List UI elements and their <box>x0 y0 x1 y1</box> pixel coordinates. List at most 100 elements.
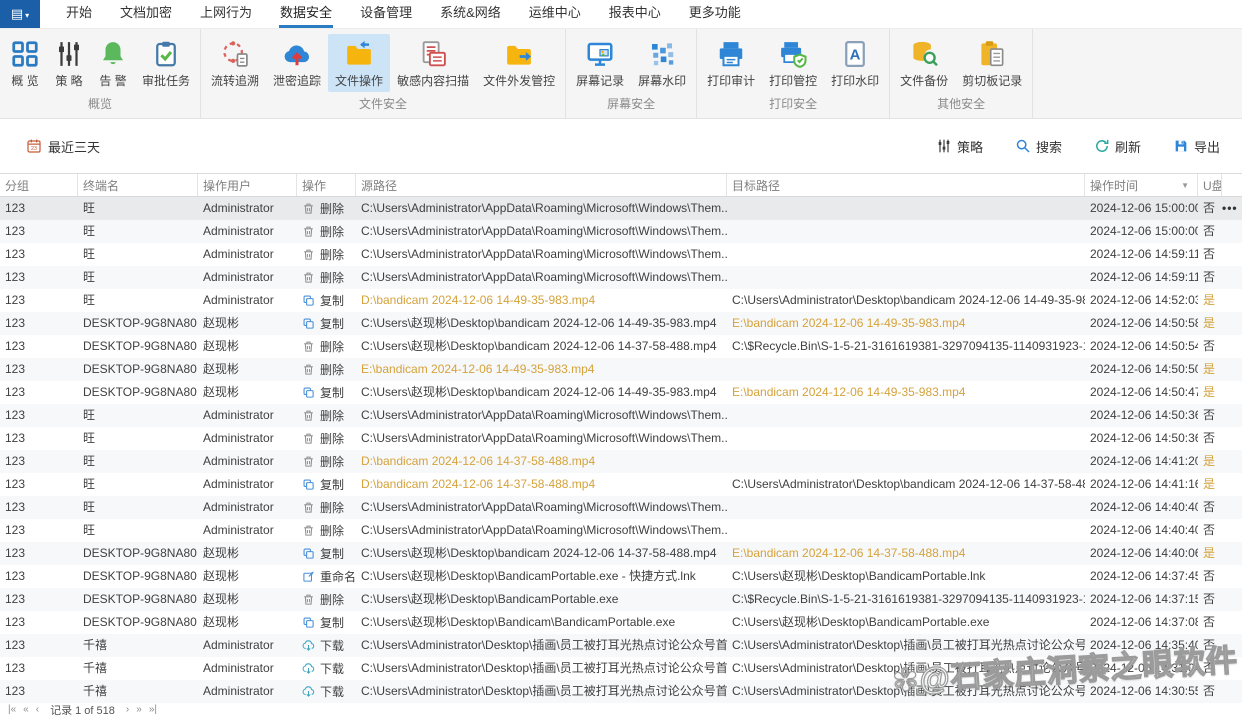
table-row[interactable]: 123 千禧 Administrator 下载 C:\Users\Administrat… <box>0 634 1242 657</box>
tool-button[interactable]: 泄密追踪 <box>266 34 328 92</box>
column-header-7[interactable]: 操作时间 ▼ <box>1085 174 1198 196</box>
cell-time: 2024-12-06 15:00:00 <box>1090 201 1198 215</box>
table-row[interactable]: 123 DESKTOP-9G8NA80 赵现彬 复制 C:\Users\赵现彬\Desk… <box>0 312 1242 335</box>
pager-first[interactable]: |« <box>8 703 16 715</box>
cell-source-path: C:\Users\赵现彬\Desktop\BandicamPortable.ex… <box>361 569 696 583</box>
row-menu-button[interactable]: ••• <box>1222 201 1238 215</box>
cell-target-path <box>727 496 1085 519</box>
table-header: 分组 终端名 操作用户 操作 源路径 目标路径 操作时间 ▼ U盘 <box>0 173 1242 197</box>
table-row[interactable]: 123 旺 Administrator 复制 D:\bandicam 2024-12-0… <box>0 289 1242 312</box>
table-row[interactable]: 123 千禧 Administrator 下载 C:\Users\Administrat… <box>0 680 1242 703</box>
table-row[interactable]: 123 旺 Administrator 删除 C:\Users\Administrato… <box>0 404 1242 427</box>
table-row[interactable]: 123 旺 Administrator 删除 C:\Users\Administrato… <box>0 197 1242 220</box>
search-button[interactable]: 搜索 <box>1009 136 1068 157</box>
cell-usb: 是 <box>1203 454 1216 468</box>
doc-a-icon: A <box>840 39 870 69</box>
menu-item-8[interactable]: 报表中心 <box>595 0 675 28</box>
tool-button[interactable]: 敏感内容扫描 <box>390 34 476 92</box>
tool-button[interactable]: A 打印水印 <box>824 34 886 92</box>
menu-item-9[interactable]: 更多功能 <box>675 0 755 28</box>
column-header-8[interactable]: U盘 <box>1198 174 1222 196</box>
cell-group: 123 <box>5 684 26 698</box>
menu-item-5[interactable]: 设备管理 <box>346 0 426 28</box>
tool-button[interactable]: 文件外发管控 <box>476 34 562 92</box>
column-header-5[interactable]: 源路径 <box>356 174 727 196</box>
table-row[interactable]: 123 旺 Administrator 删除 C:\Users\Administrato… <box>0 496 1242 519</box>
app-window: ▤ ▾ 开始 文档加密 上网行为 数据安全 设备管理 系统&网络 运维中心 报表中心 更多功能 … <box>0 0 1242 715</box>
cell-terminal: 旺 <box>83 201 96 215</box>
table-row[interactable]: 123 旺 Administrator 删除 C:\Users\Administrato… <box>0 519 1242 542</box>
cell-operation: 复制 <box>297 381 356 404</box>
menu-item-1[interactable]: 开始 <box>52 0 106 28</box>
tool-button[interactable]: 告 警 <box>91 34 135 92</box>
cell-user: Administrator <box>203 523 274 537</box>
column-header-1[interactable]: 分组 <box>0 174 78 196</box>
table-row[interactable]: 123 DESKTOP-9G8NA80 赵现彬 删除 E:\bandicam 2024-… <box>0 358 1242 381</box>
export-button[interactable]: 导出 <box>1167 136 1226 157</box>
db-search-icon <box>909 39 939 69</box>
sort-arrow-icon[interactable]: ▼ <box>1181 181 1189 190</box>
delete-icon <box>302 501 315 514</box>
date-filter-label: 最近三天 <box>48 139 101 155</box>
pager-prev-fast[interactable]: « <box>23 703 29 715</box>
grid-icon <box>10 39 40 69</box>
tool-button[interactable]: 文件备份 <box>893 34 955 92</box>
date-filter-button[interactable]: 23 最近三天 <box>20 136 106 157</box>
tool-label: 屏幕水印 <box>638 74 687 88</box>
table-row[interactable]: 123 DESKTOP-9G8NA80 赵现彬 复制 C:\Users\赵现彬\Desk… <box>0 381 1242 404</box>
column-header-3[interactable]: 操作用户 <box>198 174 297 196</box>
ribbon-group-label: 其他安全 <box>937 97 986 111</box>
column-header-4[interactable]: 操作 <box>297 174 356 196</box>
operation-label: 删除 <box>320 455 345 469</box>
app-menu-button[interactable]: ▤ ▾ <box>0 0 40 28</box>
pager-prev[interactable]: ‹ <box>36 703 39 715</box>
menu-item-4[interactable]: 数据安全 <box>266 0 346 28</box>
cell-terminal: DESKTOP-9G8NA80 <box>83 615 197 629</box>
tool-button[interactable]: 流转追溯 <box>204 34 266 92</box>
table-row[interactable]: 123 DESKTOP-9G8NA80 赵现彬 复制 C:\Users\赵现彬\Desk… <box>0 611 1242 634</box>
tool-button[interactable]: 审批任务 <box>135 34 197 92</box>
cell-terminal: 旺 <box>83 523 96 537</box>
table-row[interactable]: 123 DESKTOP-9G8NA80 赵现彬 删除 C:\Users\赵现彬\Desk… <box>0 335 1242 358</box>
folder-out-icon <box>504 39 534 69</box>
menu-item-7[interactable]: 运维中心 <box>515 0 595 28</box>
column-header-6[interactable]: 目标路径 <box>727 174 1085 196</box>
tool-button[interactable]: 概 览 <box>3 34 47 92</box>
table-row[interactable]: 123 旺 Administrator 删除 C:\Users\Administrato… <box>0 243 1242 266</box>
refresh-button[interactable]: 刷新 <box>1088 136 1147 157</box>
column-header-2[interactable]: 终端名 <box>78 174 198 196</box>
cell-user: Administrator <box>203 408 274 422</box>
menu-item-2[interactable]: 文档加密 <box>106 0 186 28</box>
table-row[interactable]: 123 旺 Administrator 删除 C:\Users\Administrato… <box>0 266 1242 289</box>
tool-button[interactable]: 屏幕水印 <box>631 34 693 92</box>
cell-source-path: C:\Users\Administrator\AppData\Roaming\M… <box>361 500 727 514</box>
sliders-button[interactable]: 策略 <box>930 136 989 157</box>
pager-next[interactable]: › <box>126 703 129 715</box>
cell-target-path <box>727 197 1085 220</box>
table-row[interactable]: 123 DESKTOP-9G8NA80 赵现彬 重命名 C:\Users\赵现彬\Des… <box>0 565 1242 588</box>
table-row[interactable]: 123 旺 Administrator 复制 D:\bandicam 2024-12-0… <box>0 473 1242 496</box>
table-row[interactable]: 123 旺 Administrator 删除 C:\Users\Administrato… <box>0 220 1242 243</box>
tool-button[interactable]: 文件操作 <box>328 34 391 92</box>
tool-button[interactable]: 打印审计 <box>700 34 762 92</box>
tool-button[interactable]: 剪切板记录 <box>955 34 1029 92</box>
cell-target-path <box>727 427 1085 450</box>
tool-button[interactable]: 打印管控 <box>762 34 824 92</box>
cell-terminal: DESKTOP-9G8NA80 <box>83 339 197 353</box>
table-row[interactable]: 123 DESKTOP-9G8NA80 赵现彬 复制 C:\Users\赵现彬\Desk… <box>0 542 1242 565</box>
menu-item-6[interactable]: 系统&网络 <box>426 0 515 28</box>
table-row[interactable]: 123 DESKTOP-9G8NA80 赵现彬 删除 C:\Users\赵现彬\Desk… <box>0 588 1242 611</box>
table-row[interactable]: 123 千禧 Administrator 下载 C:\Users\Administrat… <box>0 657 1242 680</box>
cell-target-path: C:\Users\赵现彬\Desktop\BandicamPortable.ln… <box>732 569 986 583</box>
menu-item-3[interactable]: 上网行为 <box>186 0 266 28</box>
cell-terminal: DESKTOP-9G8NA80 <box>83 569 197 583</box>
pager-last[interactable]: »| <box>149 703 157 715</box>
table-row[interactable]: 123 旺 Administrator 删除 C:\Users\Administrato… <box>0 427 1242 450</box>
action-label: 搜索 <box>1035 139 1062 155</box>
pager-next-fast[interactable]: » <box>136 703 142 715</box>
cell-target-path <box>727 220 1085 243</box>
tool-button[interactable]: 策 略 <box>47 34 91 92</box>
table-row[interactable]: 123 旺 Administrator 删除 D:\bandicam 2024-12-0… <box>0 450 1242 473</box>
tool-button[interactable]: 屏幕记录 <box>569 34 631 92</box>
cell-target-path: C:\Users\Administrator\Desktop\插画\员工被打耳光… <box>732 661 1085 675</box>
